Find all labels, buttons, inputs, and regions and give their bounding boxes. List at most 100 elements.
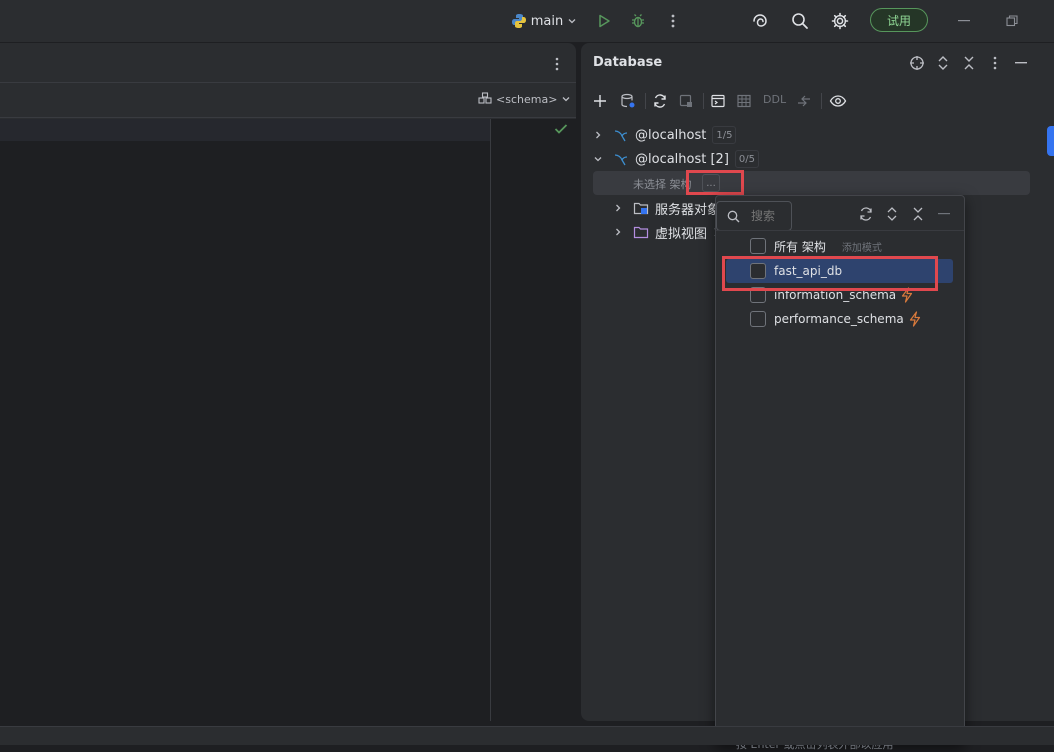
- check-icon: [554, 123, 568, 135]
- toolbar-separator: [645, 93, 646, 109]
- popup-expand-button[interactable]: [883, 205, 901, 223]
- refresh-icon: [652, 93, 668, 109]
- trial-button[interactable]: 试用: [870, 8, 928, 32]
- schema-select-row[interactable]: 未选择 架构 ...: [593, 171, 1030, 195]
- folder-server-icon: [633, 200, 649, 216]
- editor-gutter: [491, 119, 576, 721]
- table-editor-button[interactable]: [733, 89, 755, 113]
- title-bar: main 试用: [0, 0, 1054, 42]
- lightning-icon: [908, 311, 922, 327]
- collapse-all-button[interactable]: [959, 53, 979, 73]
- stop-button[interactable]: [675, 89, 697, 113]
- side-toolwindow-tab[interactable]: [1047, 126, 1054, 156]
- search-icon: [727, 210, 740, 223]
- settings-button[interactable]: [828, 0, 852, 42]
- tree-item-label: 服务器对象: [655, 202, 721, 218]
- expand-icon: [937, 55, 949, 71]
- ai-assistant-button[interactable]: [748, 0, 772, 42]
- restore-icon: [1006, 15, 1018, 27]
- schema-option-label: performance_schema: [774, 312, 904, 326]
- schema-option-all[interactable]: 所有 架构 添加模式: [726, 234, 953, 258]
- collapse-icon: [912, 206, 924, 222]
- popup-refresh-button[interactable]: [857, 205, 875, 223]
- schema-option-label: 所有 架构: [774, 239, 826, 254]
- chevron-right-icon: [593, 130, 609, 140]
- python-icon: [511, 13, 527, 29]
- toolbar-separator: [821, 93, 822, 109]
- restore-button[interactable]: [1000, 0, 1024, 42]
- add-button[interactable]: [589, 89, 611, 113]
- refresh-icon: [858, 206, 874, 222]
- gear-icon: [831, 12, 849, 30]
- search-button[interactable]: [788, 0, 812, 42]
- checkbox[interactable]: [750, 238, 766, 254]
- folder-icon: [633, 224, 649, 240]
- count-badge: 0/5: [734, 150, 759, 168]
- editor-panel: <schema>: [0, 43, 576, 721]
- locate-button[interactable]: [907, 53, 927, 73]
- popup-minimize-button[interactable]: [935, 205, 953, 223]
- arrows-icon: [796, 93, 812, 109]
- table-icon: [736, 93, 752, 109]
- chevron-down-icon: [561, 94, 571, 104]
- schema-option-performance-schema[interactable]: performance_schema: [726, 307, 953, 331]
- minimize-icon: [1015, 62, 1027, 64]
- jump-to-button[interactable]: [793, 89, 815, 113]
- mysql-icon: [613, 151, 629, 167]
- database-settings-icon: [620, 93, 636, 109]
- branch-selector[interactable]: main: [508, 0, 580, 42]
- panel-options-button[interactable]: [985, 53, 1005, 73]
- run-button[interactable]: [592, 0, 616, 42]
- branch-label: main: [530, 13, 564, 29]
- tree-item-virtual-views[interactable]: 虚拟视图 1: [613, 220, 720, 244]
- schema-icon: [478, 92, 492, 106]
- refresh-button[interactable]: [649, 89, 671, 113]
- ddl-button[interactable]: DDL: [763, 93, 786, 106]
- tree-item-label: @localhost [2]: [635, 151, 729, 167]
- popup-search-input[interactable]: [751, 209, 789, 223]
- code-editor[interactable]: [0, 119, 576, 721]
- minimize-icon: [958, 20, 970, 22]
- tree-item-server-objects[interactable]: 服务器对象: [613, 196, 720, 220]
- panel-title: Database: [593, 55, 663, 70]
- hide-panel-button[interactable]: [1011, 53, 1031, 73]
- debug-icon: [630, 13, 646, 29]
- schema-selector[interactable]: <schema>: [478, 92, 571, 106]
- search-icon: [791, 12, 809, 30]
- current-line-highlight: [0, 119, 490, 141]
- editor-more-button[interactable]: [548, 55, 566, 73]
- highlight-box: [686, 170, 744, 195]
- status-bar: [0, 726, 1054, 745]
- view-options-button[interactable]: [827, 89, 849, 113]
- schema-selector-label: <schema>: [496, 92, 558, 106]
- toolbar-separator: [703, 93, 704, 109]
- mysql-icon: [613, 127, 629, 143]
- chevron-right-icon: [613, 203, 629, 213]
- minimize-icon: [938, 213, 950, 215]
- expand-icon: [886, 206, 898, 222]
- more-options-button[interactable]: [662, 0, 684, 42]
- data-source-properties-button[interactable]: [617, 89, 639, 113]
- console-icon: [710, 93, 726, 109]
- editor-toolbar: <schema>: [0, 84, 576, 118]
- run-icon: [596, 13, 612, 29]
- popup-search-box[interactable]: [716, 201, 792, 231]
- popup-collapse-button[interactable]: [909, 205, 927, 223]
- query-console-button[interactable]: [707, 89, 729, 113]
- more-vertical-icon: [555, 57, 559, 71]
- chevron-right-icon: [613, 227, 629, 237]
- popup-divider: [716, 230, 964, 231]
- ai-assistant-icon: [751, 12, 769, 30]
- tree-item-localhost-1[interactable]: @localhost 1/5: [593, 123, 737, 147]
- schema-select-label: 未选择 架构: [633, 178, 692, 191]
- highlight-box: [722, 256, 938, 291]
- tree-item-label: @localhost: [635, 127, 707, 143]
- editor-tab-bar: [0, 43, 576, 83]
- chevron-down-icon: [593, 154, 609, 164]
- tree-item-localhost-2[interactable]: @localhost [2] 0/5: [593, 147, 759, 171]
- checkbox[interactable]: [750, 311, 766, 327]
- minimize-button[interactable]: [952, 0, 976, 42]
- more-vertical-icon: [993, 56, 997, 70]
- expand-all-button[interactable]: [933, 53, 953, 73]
- debug-button[interactable]: [626, 0, 650, 42]
